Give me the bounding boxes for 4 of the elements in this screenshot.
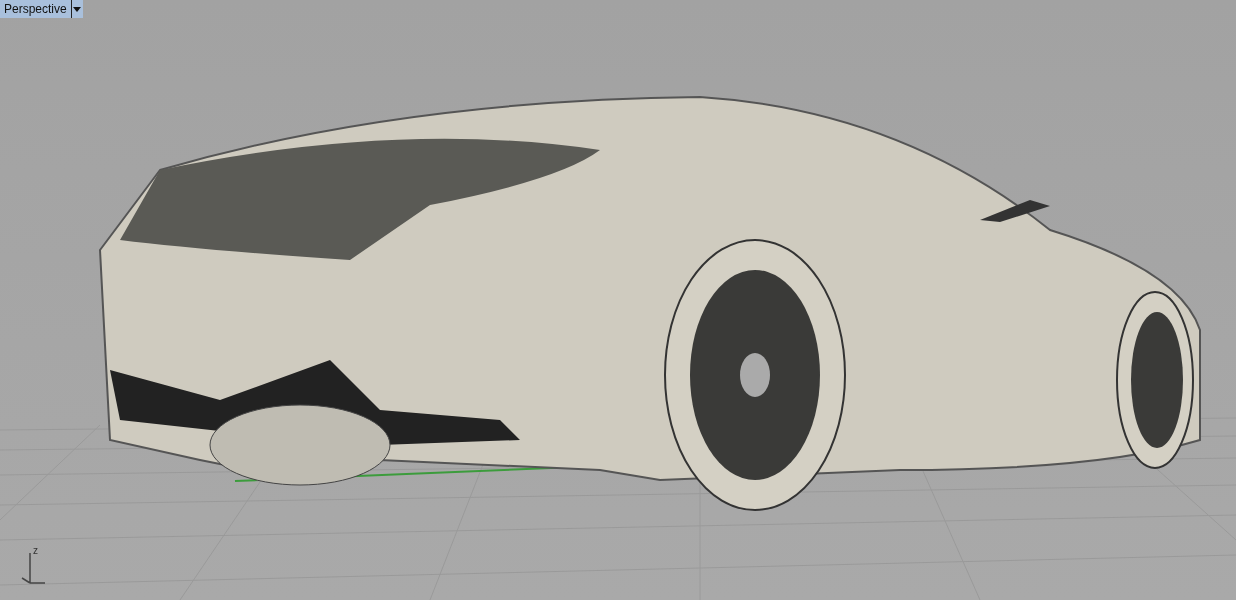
axis-icon [21, 552, 46, 584]
viewport-title[interactable]: Perspective [0, 0, 71, 18]
caret-icon [73, 6, 82, 12]
axis-label: z [33, 546, 38, 556]
